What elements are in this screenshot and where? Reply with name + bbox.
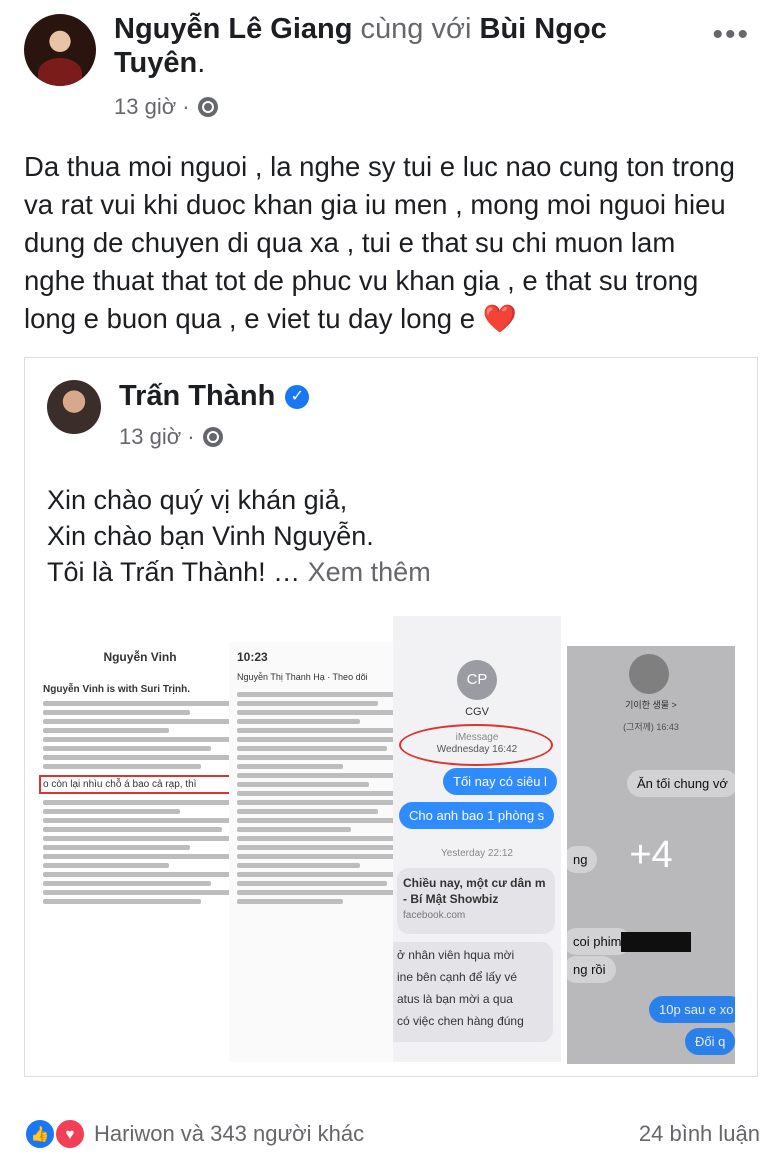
love-reaction-icon: ♥ [54,1118,86,1150]
post-text: Da thua moi nguoi , la nghe sy tui e luc… [24,151,735,334]
shot3-msg-2: Cho anh bao 1 phòng s [399,802,555,829]
shot3-link-card: Chiều nay, một cư dân m - Bí Mật Showbiz… [397,868,555,934]
see-more-link[interactable]: Xem thêm [308,557,431,587]
shared-line-1: Xin chào quý vị khán giả, [47,485,348,515]
shot3-link-title-2: - Bí Mật Showbiz [403,892,499,906]
shared-author-avatar[interactable] [47,380,101,434]
shot3-contact: CGV [465,706,489,718]
more-photos-overlay[interactable]: +4 [567,646,735,1064]
globe-icon [197,97,218,117]
shot1-subtitle: Nguyễn Vinh is with Suri Trịnh. [43,684,191,695]
shared-author: Trấn Thành ✓ [119,380,310,413]
shared-author-name[interactable]: Trấn Thành [119,380,275,413]
shot2-author: Nguyễn Thị Thanh Hạ · Theo dõi [237,672,368,682]
post-footer: 👍 ♥ Hariwon và 343 người khác 24 bình lu… [24,1118,760,1150]
photo-3[interactable]: CP CGV iMessage Wednesday 16:42 Tối nay … [393,616,561,1062]
photo-2[interactable]: 10:23 Nguyễn Thị Thanh Hạ · Theo dõi [229,642,405,1062]
shot3-imessage: iMessage [455,732,499,743]
shot3-contact-avatar: CP [457,660,497,700]
shot3-link-domain: facebook.com [403,910,466,921]
photo-4[interactable]: 기이한 생물 > (그저께) 16:43 Ăn tối chung vớ ng … [567,646,735,1064]
reactions-text: Hariwon và 343 người khác [94,1121,365,1146]
shot2-time: 10:23 [237,650,268,664]
post-time[interactable]: 13 giờ · [114,94,190,120]
shot3-msg-3: ở nhân viên hqua mời [397,948,515,962]
shot1-title: Nguyễn Vinh [103,650,177,664]
photo-gallery: Nguyễn Vinh Nguyễn Vinh is with Suri Trị… [35,616,747,1066]
shared-line-3: Tôi là Trấn Thành! … [47,557,301,587]
like-reaction-icon: 👍 [24,1118,56,1150]
globe-icon [202,427,223,447]
shared-line-2: Xin chào bạn Vinh Nguyễn. [47,521,374,551]
shot3-message-block: ở nhân viên hqua mời ine bên cạnh để lấy… [393,942,553,1042]
photo-1[interactable]: Nguyễn Vinh Nguyễn Vinh is with Suri Trị… [35,616,245,1062]
shot3-msg-1: Tối nay có siêu l [443,768,557,795]
more-options-icon[interactable]: ••• [712,18,750,52]
verified-badge-icon: ✓ [285,384,310,409]
shot3-link-title: Chiều nay, một cư dân m [403,876,546,890]
shared-meta: 13 giờ · [119,424,223,450]
shot1-highlight: o còn lại nhìu chỗ á bao cả rạp, thì [39,775,241,794]
shared-text: Xin chào quý vị khán giả, Xin chào bạn V… [47,482,431,590]
shot3-yesterday: Yesterday 22:12 [441,848,513,859]
comments-count[interactable]: 24 bình luận [639,1121,760,1147]
shot3-msg-4: ine bên cạnh để lấy vé [397,970,518,984]
shot3-msg-6: có việc chen hàng đúng [397,1014,524,1028]
author-avatar[interactable] [24,14,96,86]
reactions-summary[interactable]: 👍 ♥ Hariwon và 343 người khác [24,1118,364,1150]
post-author-line: Nguyễn Lê Giang cùng với Bùi Ngọc Tuyên. [114,13,607,79]
shot3-msg-5: atus là bạn mời a qua [397,992,513,1006]
shared-time[interactable]: 13 giờ · [119,424,195,450]
author-name[interactable]: Nguyễn Lê Giang [114,13,352,45]
post-meta: 13 giờ · [114,94,218,120]
shared-post[interactable]: Trấn Thành ✓ 13 giờ · Xin chào quý vị kh… [24,357,758,1077]
shot3-date: Wednesday 16:42 [436,744,518,755]
with-word: cùng với [360,13,472,45]
heart-emoji: ❤️ [482,303,517,334]
post-body: Da thua moi nguoi , la nghe sy tui e luc… [24,148,744,338]
